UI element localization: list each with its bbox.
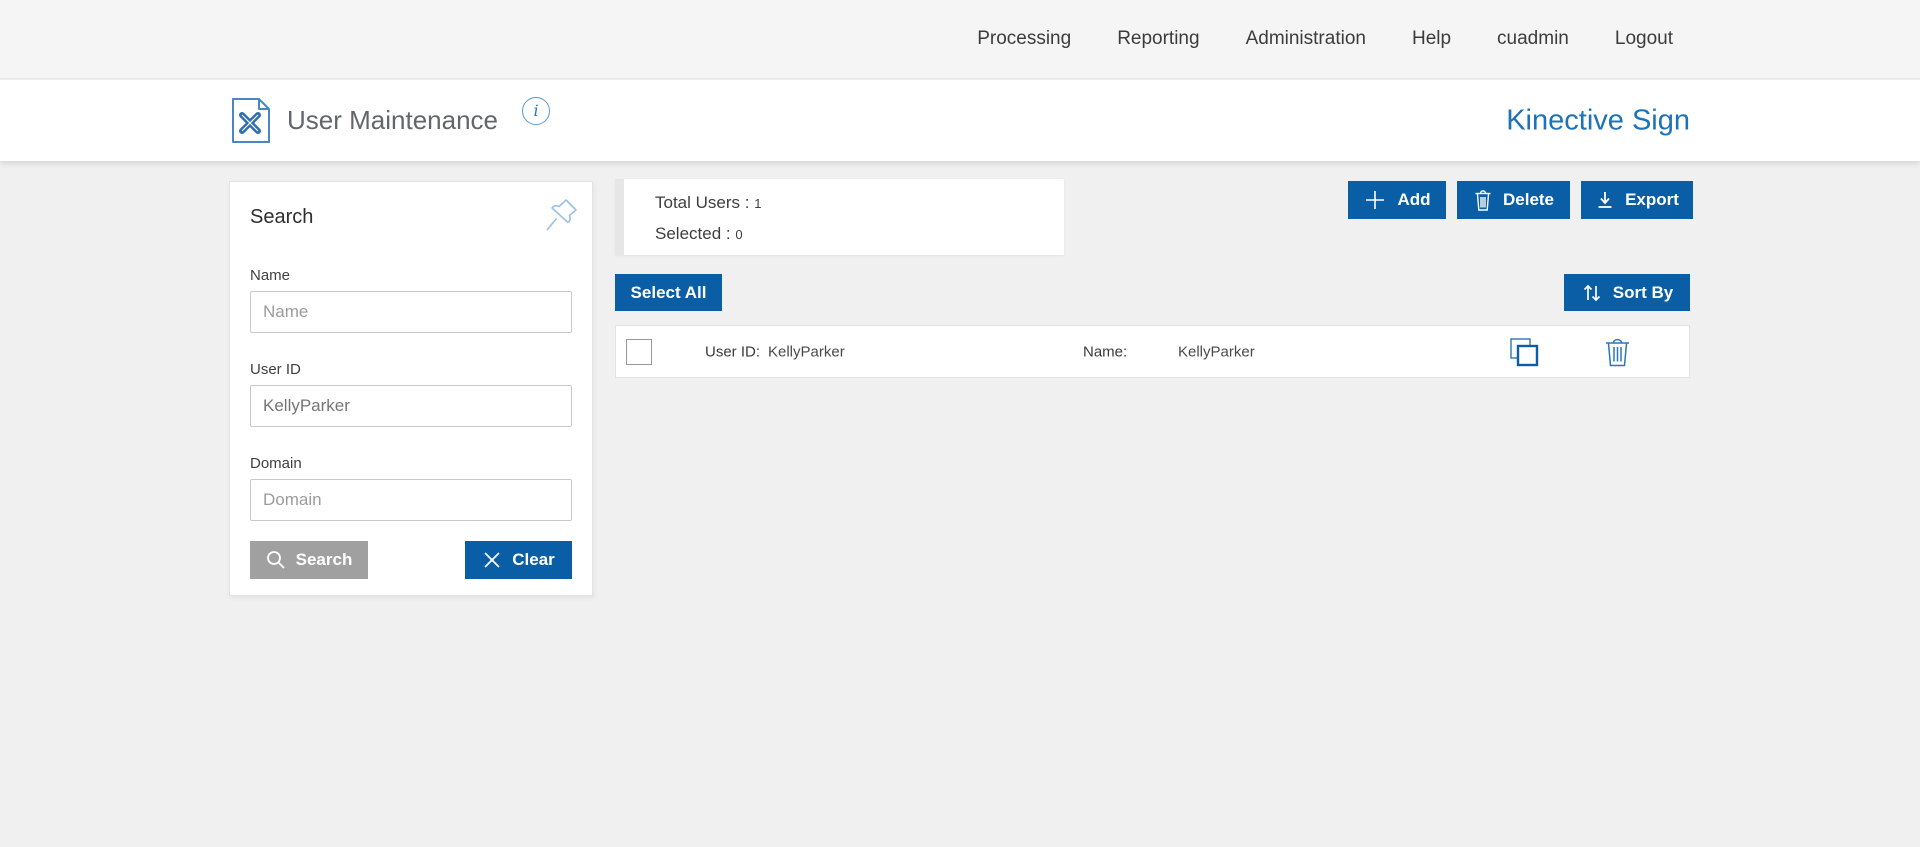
- search-panel-title: Search: [250, 206, 572, 229]
- page-header: User Maintenance i Kinective Sign: [0, 80, 1920, 161]
- nav-item-logout[interactable]: Logout: [1615, 28, 1673, 50]
- row-name-label: Name:: [1083, 343, 1127, 360]
- row-checkbox[interactable]: [626, 339, 652, 365]
- search-panel: Search Name User ID Domain Search Clear: [229, 181, 593, 596]
- name-field-label: Name: [250, 267, 572, 284]
- domain-input[interactable]: [250, 479, 572, 521]
- brand-logo-text: Kinective Sign: [1506, 104, 1690, 137]
- search-button[interactable]: Search: [250, 541, 368, 579]
- pushpin-icon[interactable]: [542, 196, 580, 234]
- selected-value: 0: [735, 227, 742, 242]
- search-button-label: Search: [296, 550, 353, 570]
- add-button-label: Add: [1397, 190, 1430, 210]
- total-users-label: Total Users :: [655, 193, 754, 212]
- nav-item-processing[interactable]: Processing: [977, 28, 1071, 50]
- domain-field-label: Domain: [250, 455, 572, 472]
- export-button-label: Export: [1625, 190, 1679, 210]
- clear-button-label: Clear: [512, 550, 555, 570]
- nav-item-reporting[interactable]: Reporting: [1117, 28, 1199, 50]
- sort-by-button[interactable]: Sort By: [1564, 274, 1690, 311]
- toolbar: Add Delete Export: [1348, 181, 1693, 219]
- trash-icon: [1473, 188, 1493, 212]
- plus-icon: [1363, 188, 1387, 212]
- delete-users-button[interactable]: Delete: [1457, 181, 1570, 219]
- sort-arrows-icon: [1581, 282, 1603, 304]
- select-all-button-label: Select All: [631, 283, 707, 303]
- top-navigation: Processing Reporting Administration Help…: [0, 0, 1920, 79]
- clear-button[interactable]: Clear: [465, 541, 572, 579]
- nav-item-administration[interactable]: Administration: [1246, 28, 1366, 50]
- user-id-field-label: User ID: [250, 361, 572, 378]
- user-id-input[interactable]: [250, 385, 572, 427]
- row-user-id-value: KellyParker: [768, 343, 845, 360]
- export-button[interactable]: Export: [1581, 181, 1693, 219]
- page-title: User Maintenance: [287, 105, 498, 136]
- delete-user-icon[interactable]: [1604, 336, 1631, 367]
- row-user-id-label: User ID:: [705, 343, 760, 360]
- name-input[interactable]: [250, 291, 572, 333]
- delete-button-label: Delete: [1503, 190, 1554, 210]
- nav-item-help[interactable]: Help: [1412, 28, 1451, 50]
- info-icon[interactable]: i: [522, 97, 550, 125]
- selected-label: Selected :: [655, 224, 735, 243]
- nav-item-cuadmin[interactable]: cuadmin: [1497, 28, 1569, 50]
- sort-by-button-label: Sort By: [1613, 283, 1673, 303]
- select-all-button[interactable]: Select All: [615, 274, 722, 311]
- user-list-row: User ID: KellyParker Name: KellyParker: [615, 325, 1690, 378]
- summary-box: Total Users : 1 Selected : 0: [615, 179, 1064, 255]
- copy-user-icon[interactable]: [1508, 336, 1540, 368]
- add-user-button[interactable]: Add: [1348, 181, 1446, 219]
- search-icon: [266, 550, 286, 570]
- total-users-value: 1: [754, 196, 761, 211]
- row-name-value: KellyParker: [1178, 343, 1255, 360]
- download-icon: [1595, 190, 1615, 210]
- document-tools-icon: [231, 97, 271, 144]
- close-icon: [482, 550, 502, 570]
